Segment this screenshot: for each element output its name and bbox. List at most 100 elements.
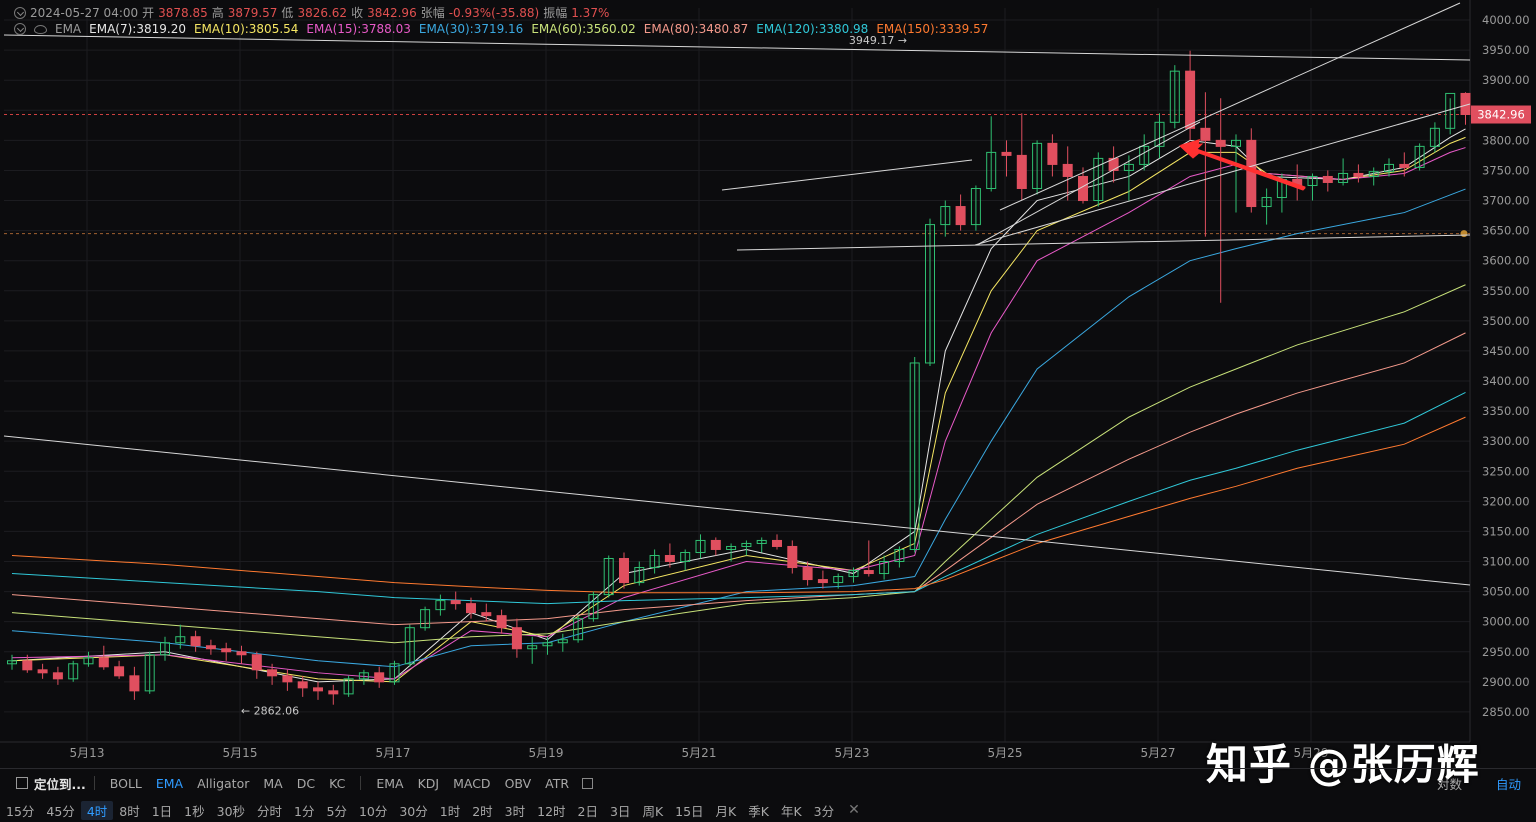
current-price-label: 3842.96 [1477, 108, 1525, 122]
candle-body [802, 567, 813, 581]
period-tab-1[interactable]: 45分 [40, 801, 80, 820]
sub-indicator-tab-1[interactable]: KDJ [411, 776, 447, 791]
candle-body [863, 570, 874, 575]
indicator-tab-0[interactable]: BOLL [103, 776, 149, 791]
locate-button[interactable]: 定位到... [28, 774, 86, 793]
ema-legend-item: EMA(30):3719.16 [418, 22, 524, 36]
period-tab-16[interactable]: 2日 [572, 801, 604, 820]
y-tick-label: 2900.00 [1482, 675, 1530, 689]
visibility-eye-icon[interactable] [34, 24, 47, 34]
divider [93, 776, 95, 790]
y-tick-label: 3250.00 [1482, 464, 1530, 478]
candle-body [1215, 139, 1226, 147]
candle-body [787, 545, 798, 569]
candle-body [374, 672, 385, 683]
candle-body [1016, 154, 1027, 189]
candle-body [481, 612, 492, 617]
indicator-name: EMA [55, 22, 82, 36]
period-tab-6[interactable]: 30秒 [211, 801, 251, 820]
ohlc-info-panel: 2024-05-27 04:00 开 3878.85 高 3879.57 低 3… [0, 0, 1470, 44]
period-tab-20[interactable]: 月K [710, 801, 743, 820]
ema-legend-item: EMA(120):3380.98 [756, 22, 869, 36]
open-value: 3878.85 [158, 5, 208, 20]
period-tab-12[interactable]: 1时 [434, 801, 466, 820]
period-tab-17[interactable]: 3日 [604, 801, 636, 820]
candle-body [511, 627, 522, 650]
indicator-tab-5[interactable]: KC [322, 776, 352, 791]
sub-indicator-tab-3[interactable]: OBV [498, 776, 539, 791]
y-tick-label: 3800.00 [1482, 133, 1530, 147]
candle-body [817, 579, 828, 584]
x-tick-label: 5月27 [1141, 746, 1176, 760]
ema-legend-item: EMA(80):3480.87 [643, 22, 749, 36]
candle-body [664, 554, 675, 563]
edit-indicators-icon[interactable] [582, 777, 594, 789]
candle-body [37, 669, 48, 674]
amplitude-label: 振幅 [543, 6, 568, 20]
candle-body [955, 206, 966, 226]
period-tab-14[interactable]: 3时 [499, 801, 531, 820]
candle-body [313, 687, 323, 692]
x-tick-label: 5月13 [70, 746, 105, 760]
collapse-chevron-icon[interactable] [14, 6, 26, 19]
y-tick-label: 3600.00 [1482, 254, 1530, 268]
collapse-chevron-icon[interactable] [14, 23, 26, 35]
x-tick-label: 5月15 [223, 746, 258, 760]
period-tab-22[interactable]: 年K [775, 801, 808, 820]
period-tab-23[interactable]: 3分 [808, 801, 840, 820]
low-value: 3826.62 [297, 5, 348, 20]
candle-body [236, 651, 247, 656]
chart-background [0, 0, 1536, 768]
indicator-tab-3[interactable]: MA [256, 776, 289, 791]
candle-body [1399, 163, 1410, 168]
period-tab-11[interactable]: 30分 [393, 801, 433, 820]
period-tab-15[interactable]: 12时 [531, 801, 571, 820]
candle-body [267, 669, 278, 677]
sub-indicator-tab-4[interactable]: ATR [538, 776, 576, 791]
period-tab-19[interactable]: 15日 [669, 801, 709, 820]
ema-legend-item: EMA(7):3819.20 [89, 22, 186, 36]
period-tab-13[interactable]: 2时 [466, 801, 498, 820]
change-value: -0.93%(-35.88) [448, 5, 540, 20]
close-icon[interactable]: ✕ [840, 802, 868, 818]
x-tick-label: 5月17 [376, 746, 411, 760]
y-tick-label: 3950.00 [1482, 43, 1530, 57]
auto-scale-toggle[interactable]: 自动 [1489, 774, 1528, 793]
candle-body [496, 615, 507, 629]
period-tab-5[interactable]: 1秒 [178, 801, 210, 820]
y-tick-label: 3350.00 [1482, 404, 1530, 418]
period-tab-8[interactable]: 1分 [288, 801, 320, 820]
candle-body [1062, 163, 1073, 177]
period-tab-7[interactable]: 分时 [251, 801, 288, 820]
sub-indicator-tab-2[interactable]: MACD [446, 776, 497, 791]
candle-datetime: 2024-05-27 04:00 [30, 5, 139, 20]
locate-icon[interactable] [16, 777, 28, 789]
log-scale-toggle[interactable]: 对数 [1430, 774, 1469, 793]
candle-body [1001, 151, 1012, 156]
x-tick-label: 5月23 [835, 746, 870, 760]
candlestick-chart[interactable]: 4000.003950.003900.003850.003800.003750.… [0, 0, 1536, 768]
candle-body [450, 600, 461, 605]
indicator-tab-2[interactable]: Alligator [190, 776, 256, 791]
ema-legend-item: EMA(15):3788.03 [306, 22, 411, 36]
period-tab-18[interactable]: 周K [636, 801, 669, 820]
period-tab-4[interactable]: 1日 [146, 801, 178, 820]
sub-indicator-tab-0[interactable]: EMA [369, 776, 410, 791]
indicator-toolbar: 定位到... BOLL EMA Alligator MA DC KC EMA KDJ MACD… [0, 768, 1536, 797]
level-handle[interactable] [1460, 230, 1468, 238]
period-tab-21[interactable]: 季K [742, 801, 775, 820]
candle-body [1353, 172, 1364, 177]
y-tick-label: 3700.00 [1482, 194, 1530, 208]
candle-body [205, 645, 216, 650]
candle-body [114, 666, 125, 677]
period-tab-0[interactable]: 15分 [0, 801, 40, 820]
indicator-tab-4[interactable]: DC [290, 776, 322, 791]
candle-body [1200, 127, 1211, 141]
period-tab-9[interactable]: 5分 [321, 801, 353, 820]
period-tab-10[interactable]: 10分 [353, 801, 393, 820]
period-tab-3[interactable]: 8时 [113, 801, 145, 820]
period-tab-2[interactable]: 4时 [80, 800, 114, 820]
indicator-tab-1[interactable]: EMA [149, 776, 190, 791]
divider [360, 776, 362, 790]
high-label: 高 [211, 6, 224, 20]
